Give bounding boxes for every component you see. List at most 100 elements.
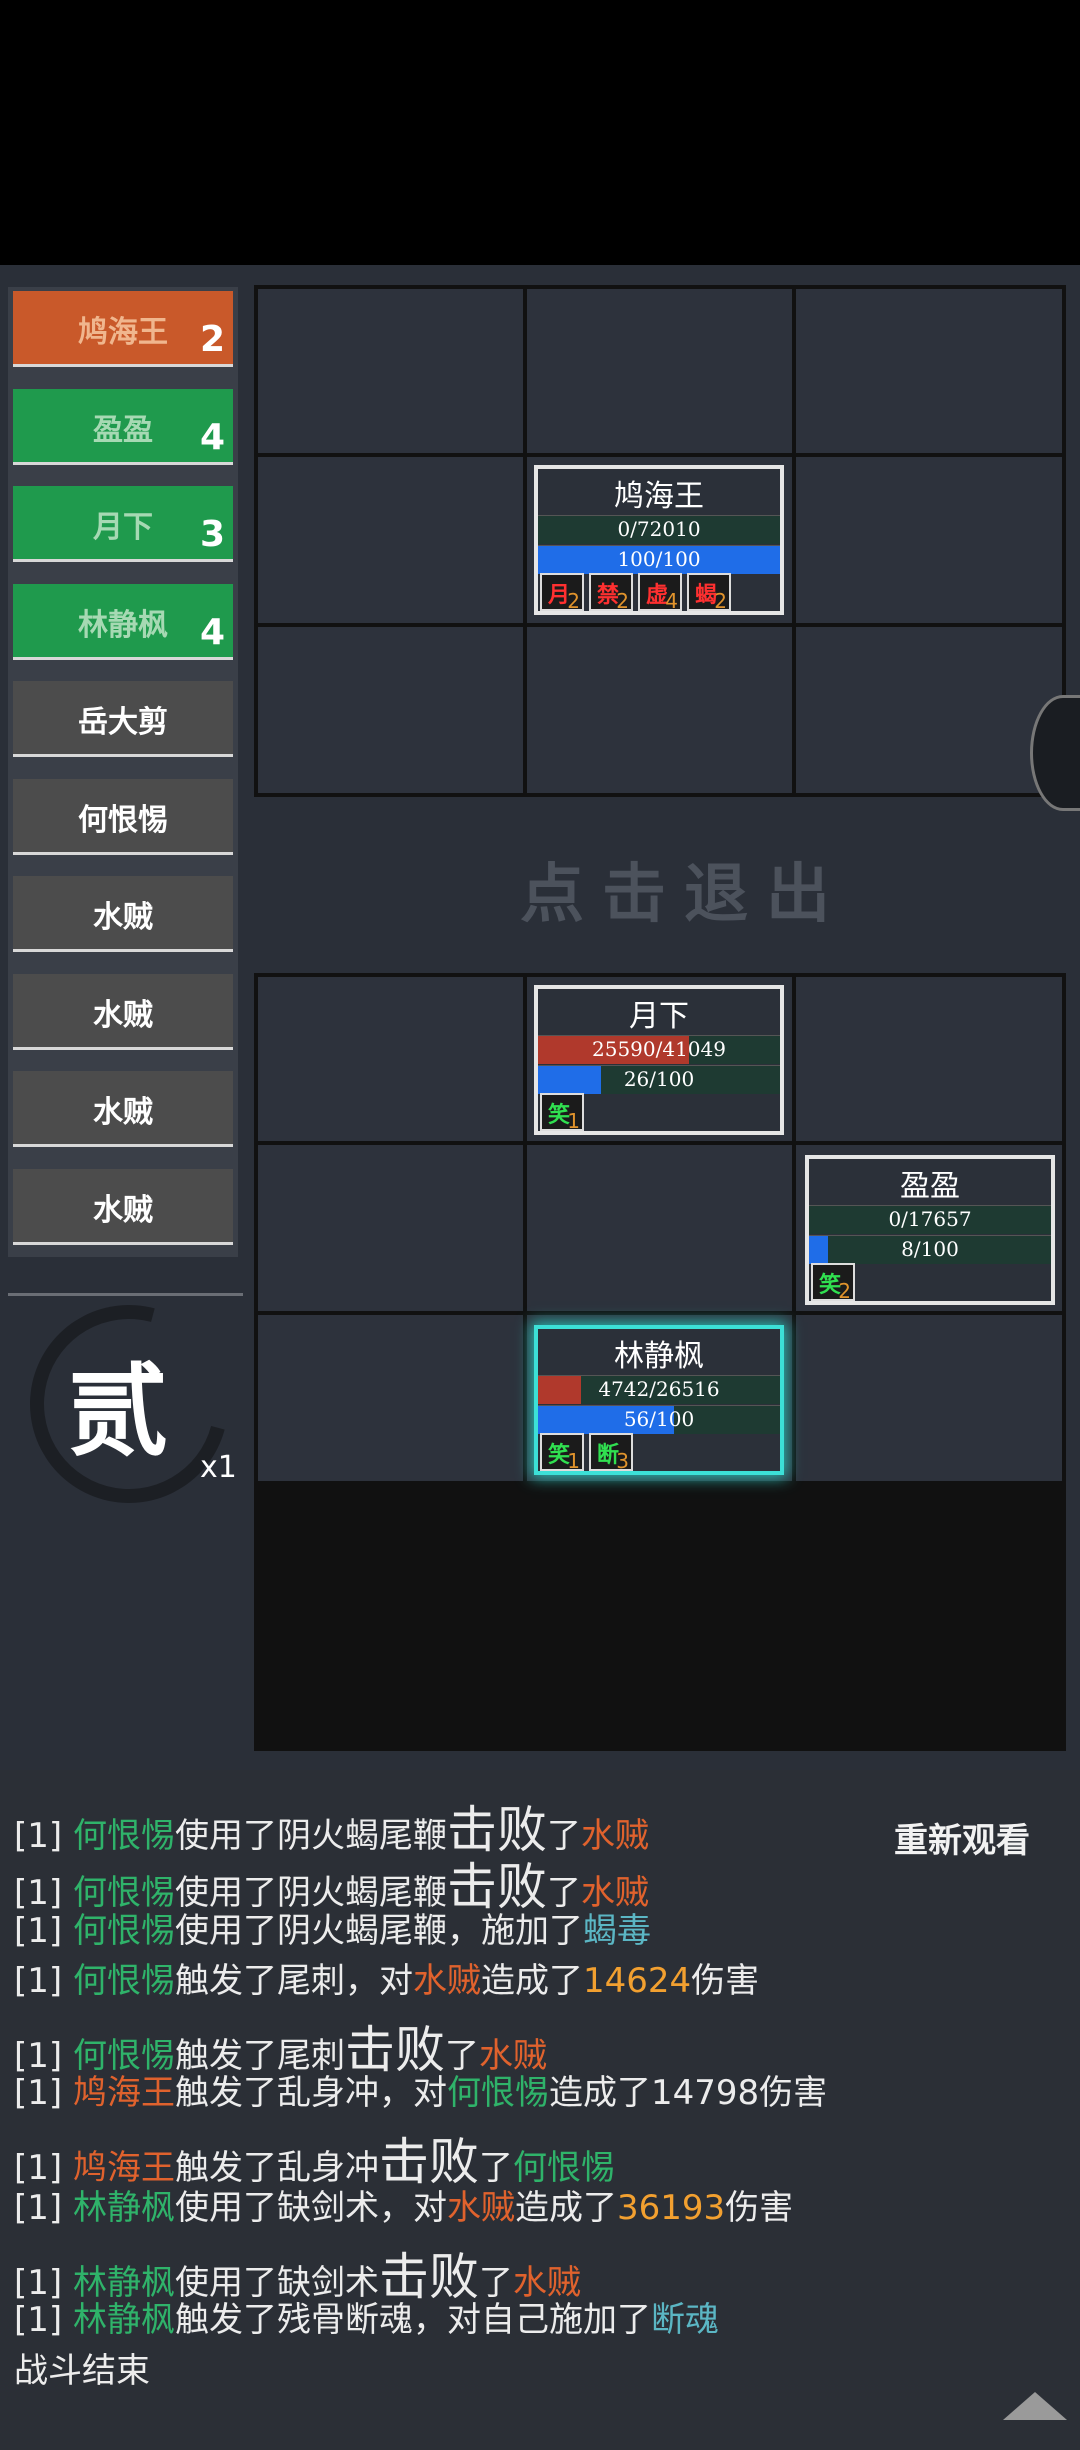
log-segment: [1] — [14, 2073, 73, 2113]
log-segment: 使用了缺剑术，对 — [174, 2188, 447, 2228]
status-effect-icon[interactable]: 虚4 — [638, 573, 682, 613]
log-entry: [1] 林静枫触发了残骨断魂，对自己施加了断魂 — [14, 2292, 719, 2341]
log-segment: [1] — [14, 2300, 73, 2340]
log-entry: [1] 林静枫使用了缺剑术，对水贼造成了36193伤害 — [14, 2180, 793, 2229]
unit-card-enemy-boss[interactable]: 鸠海王 0/72010 100/100 月 2 禁 2 虚 4 蝎 2 — [534, 465, 784, 615]
log-segment: 造成了 — [514, 2188, 617, 2228]
status-effect-icon[interactable]: 笑2 — [811, 1263, 855, 1303]
roster-item-count: 2 — [199, 319, 225, 360]
log-segment: 水贼 — [412, 1961, 481, 2001]
status-effect-icon[interactable]: 禁2 — [589, 573, 633, 613]
status-stack-count: 1 — [567, 1449, 580, 1473]
status-effect-icon[interactable]: 断3 — [589, 1433, 633, 1473]
log-segment: 触发了尾刺，对 — [174, 1961, 413, 2001]
log-segment: 使用了阴火蝎尾鞭，施加了 — [174, 1911, 583, 1951]
log-segment: 触发了乱身冲，对 — [174, 2073, 447, 2113]
status-stack-count: 1 — [567, 1109, 580, 1133]
log-entry: 战斗结束 — [14, 2343, 150, 2392]
unit-name: 林静枫 — [614, 1339, 704, 1374]
status-effects: 笑1 — [538, 1091, 780, 1133]
status-stack-count: 2 — [714, 589, 727, 613]
status-effects: 笑2 — [809, 1261, 1051, 1303]
unit-card-yingying[interactable]: 盈盈 0/17657 8/100 笑 2 — [805, 1155, 1055, 1305]
unit-name: 月下 — [629, 999, 689, 1034]
log-segment: 鸠海王 — [72, 2073, 175, 2113]
mp-value: 100/100 — [617, 547, 701, 571]
roster-item[interactable]: 水贼 — [13, 1071, 233, 1147]
roster-item-name: 水贼 — [93, 1095, 153, 1130]
log-segment: 触发了残骨断魂，对自己施加了 — [174, 2300, 651, 2340]
status-stack-count: 4 — [665, 589, 678, 613]
roster-item[interactable]: 水贼 — [13, 1168, 233, 1245]
log-segment: 造成了 — [480, 1961, 583, 2001]
roster-item[interactable]: 林静枫 4 — [13, 583, 233, 660]
status-effect-icon[interactable]: 笑1 — [540, 1433, 584, 1473]
log-segment: 伤害 — [725, 2188, 794, 2228]
hp-bar: 4742/26516 — [538, 1375, 780, 1404]
log-segment: 何恨惕 — [446, 2073, 549, 2113]
mp-value: 56/100 — [623, 1407, 695, 1431]
log-entry: [1] 何恨惕触发了尾刺，对水贼造成了14624伤害 — [14, 1953, 759, 2002]
unit-card-yuexia[interactable]: 月下 25590/41049 26/100 笑 1 — [534, 985, 784, 1135]
log-entry: [1] 鸠海王触发了乱身冲，对何恨惕造成了14798伤害 — [14, 2065, 827, 2114]
log-segment: 林静枫 — [72, 2300, 175, 2340]
roster-item[interactable]: 水贼 — [13, 876, 233, 952]
roster-panel: 鸠海王 2 盈盈 4 月下 3 林静枫 4 岳大剪 何恨惕 水贼 水贼 水贼 水贼 — [8, 287, 238, 1257]
roster-item-name: 岳大剪 — [78, 705, 168, 740]
roster-item[interactable]: 盈盈 4 — [13, 388, 233, 465]
roster-divider — [8, 1293, 243, 1296]
mp-bar: 100/100 — [538, 545, 780, 574]
roster-item-name: 水贼 — [93, 900, 153, 935]
hp-bar: 25590/41049 — [538, 1035, 780, 1064]
log-segment: 何恨惕 — [72, 1961, 175, 2001]
hp-bar: 0/17657 — [809, 1205, 1051, 1234]
roster-item[interactable]: 岳大剪 — [13, 681, 233, 757]
roster-item-name: 水贼 — [93, 997, 153, 1033]
log-segment: [1] — [14, 1961, 73, 2001]
status-effects: 笑1断3 — [538, 1431, 780, 1473]
status-effect-icon[interactable]: 蝎2 — [687, 573, 731, 613]
status-stack-count: 2 — [838, 1279, 851, 1303]
hp-bar: 0/72010 — [538, 515, 780, 544]
round-indicator: 贰 — [68, 1352, 168, 1470]
unit-name: 鸠海王 — [614, 479, 704, 514]
hp-value: 4742/26516 — [598, 1377, 720, 1401]
roster-item[interactable]: 月下 3 — [13, 486, 233, 562]
log-segment: 14624 — [582, 1961, 692, 2001]
status-stack-count: 2 — [567, 589, 580, 613]
log-segment: 蝎毒 — [582, 1911, 651, 1951]
exit-hint[interactable]: 点击退出 — [520, 843, 848, 935]
mp-value: 8/100 — [901, 1237, 959, 1261]
replay-button[interactable]: 重新观看 — [894, 1813, 1030, 1862]
log-segment: 伤害 — [691, 1961, 760, 2001]
log-segment: [1] — [14, 2188, 73, 2228]
log-segment: 何恨惕 — [72, 1911, 175, 1951]
scroll-up-arrow-icon[interactable] — [1003, 2392, 1067, 2420]
status-stack-count: 2 — [616, 589, 629, 613]
mp-bar: 26/100 — [538, 1065, 780, 1094]
status-stack-count: 3 — [616, 1449, 629, 1473]
hp-value: 25590/41049 — [592, 1037, 726, 1061]
status-effect-icon[interactable]: 月2 — [540, 573, 584, 613]
battle-screen[interactable]: 鸠海王 2 盈盈 4 月下 3 林静枫 4 岳大剪 何恨惕 水贼 水贼 水贼 水贼 贰 x1 鸠海王 0/7… — [0, 265, 1080, 2450]
roster-item-count: 3 — [199, 514, 225, 555]
roster-item[interactable]: 何恨惕 — [13, 778, 233, 855]
log-segment: 36193 — [616, 2188, 726, 2228]
mp-bar: 56/100 — [538, 1405, 780, 1434]
roster-item[interactable]: 水贼 — [13, 973, 233, 1050]
hp-value: 0/72010 — [617, 517, 701, 541]
roster-item-name: 何恨惕 — [78, 802, 168, 838]
roster-item[interactable]: 鸠海王 2 — [13, 291, 233, 367]
roster-item-name: 水贼 — [93, 1192, 153, 1228]
roster-item-count: 4 — [199, 611, 225, 653]
status-effect-icon[interactable]: 笑1 — [540, 1093, 584, 1133]
log-segment: [1] — [14, 1911, 73, 1951]
mp-value: 26/100 — [623, 1067, 695, 1091]
hp-value: 0/17657 — [888, 1207, 972, 1231]
unit-card-linjingfeng[interactable]: 林静枫 4742/26516 56/100 笑 1 断 3 — [534, 1325, 784, 1475]
log-segment: 断魂 — [650, 2300, 719, 2340]
roster-item-count: 4 — [199, 416, 225, 458]
log-segment: 造成了14798伤害 — [548, 2073, 828, 2113]
log-entry: [1] 何恨惕使用了阴火蝎尾鞭，施加了蝎毒 — [14, 1903, 651, 1952]
speed-multiplier[interactable]: x1 — [200, 1450, 237, 1485]
